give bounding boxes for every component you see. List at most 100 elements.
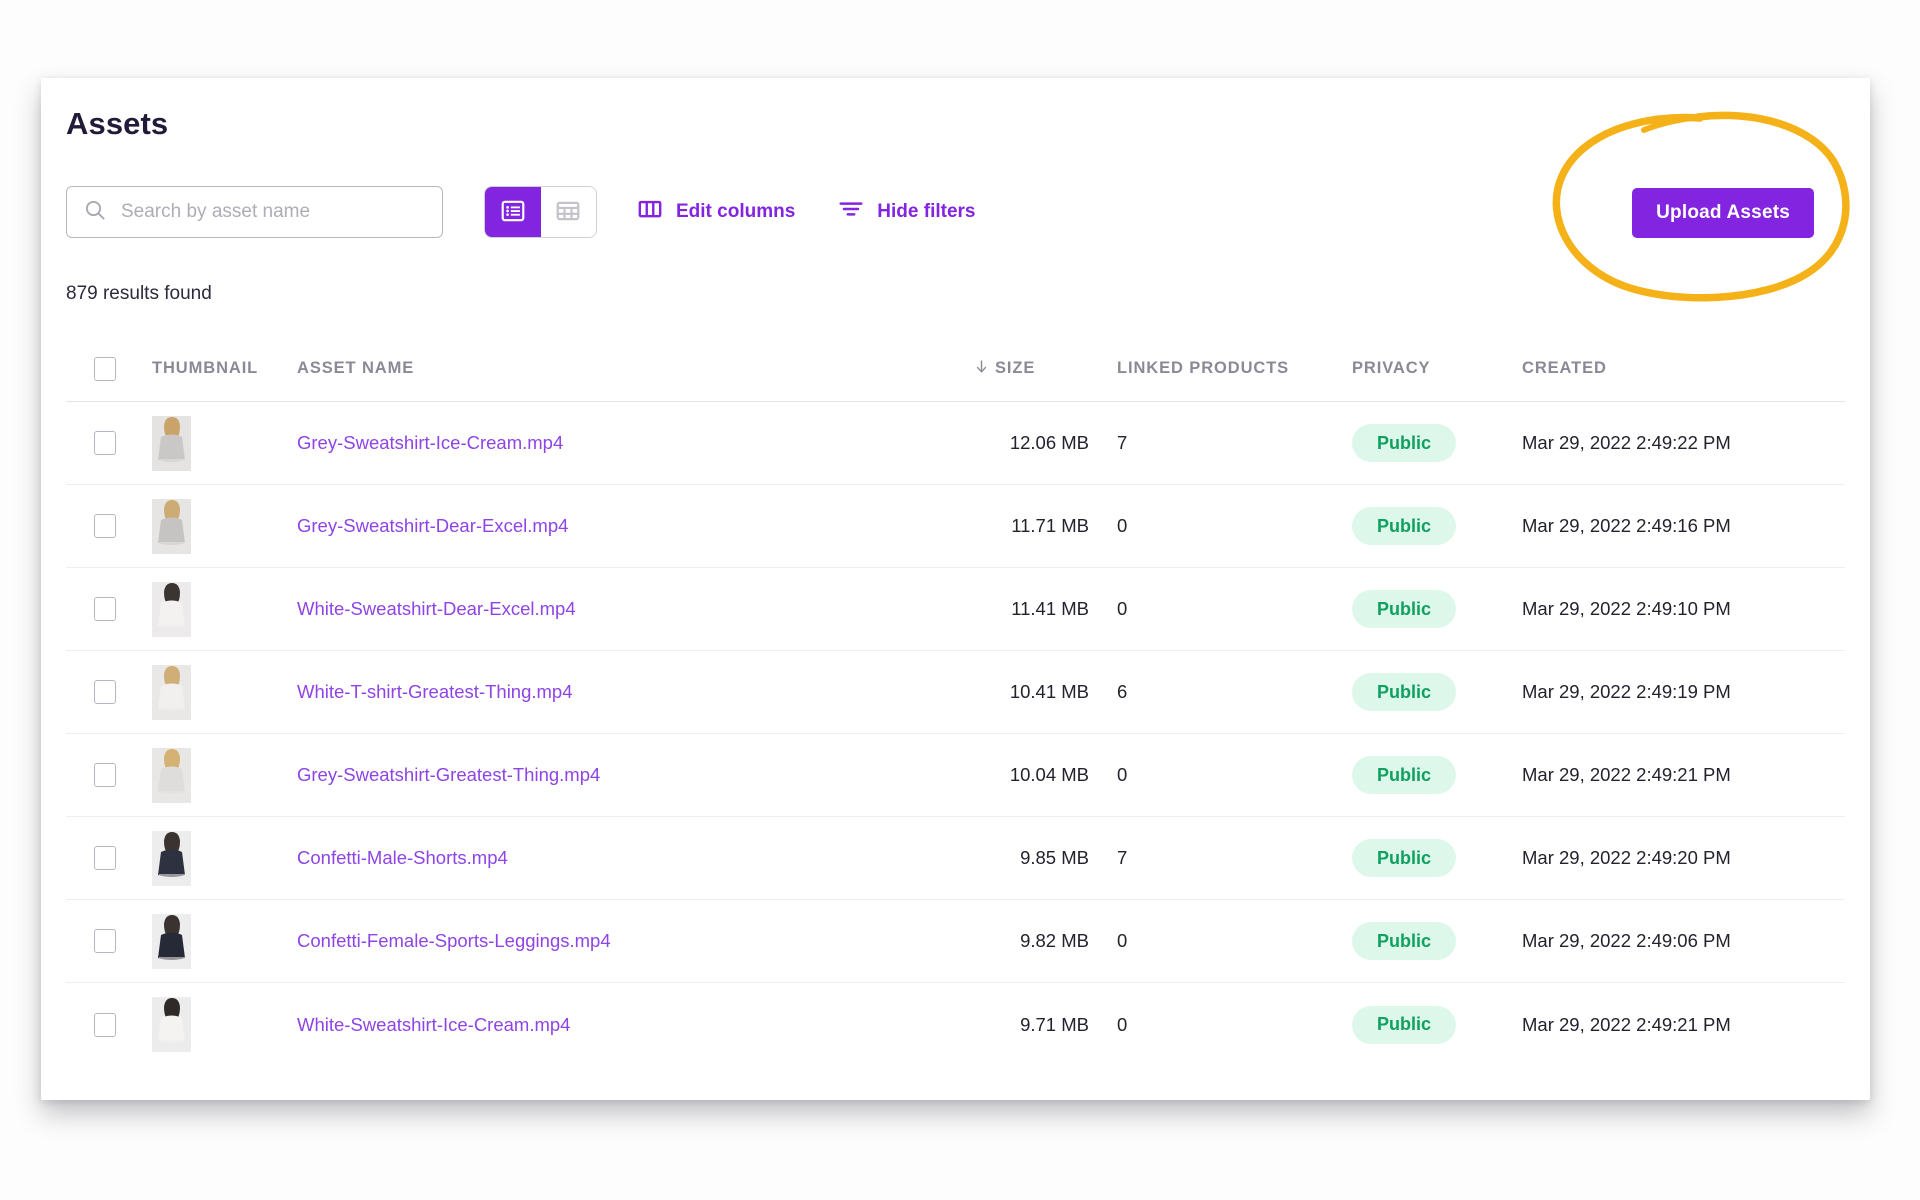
asset-name-link[interactable]: Grey-Sweatshirt-Dear-Excel.mp4 — [297, 515, 568, 536]
table-row[interactable]: Grey-Sweatshirt-Dear-Excel.mp4 11.71 MB 0 P… — [66, 485, 1845, 568]
created-cell: Mar 29, 2022 2:49:21 PM — [1522, 1013, 1731, 1035]
asset-name-link[interactable]: White-T-shirt-Greatest-Thing.mp4 — [297, 681, 573, 702]
header-size[interactable]: SIZE — [945, 358, 1095, 380]
row-select-cell[interactable] — [66, 763, 152, 787]
asset-name-link[interactable]: Grey-Sweatshirt-Ice-Cream.mp4 — [297, 432, 563, 453]
edit-columns-button[interactable]: Edit columns — [637, 196, 795, 228]
grid-view-icon — [555, 198, 581, 227]
privacy-cell: Public — [1352, 756, 1522, 794]
thumbnail-cell — [152, 747, 297, 803]
asset-name-link[interactable]: Confetti-Male-Shorts.mp4 — [297, 847, 508, 868]
created-cell: Mar 29, 2022 2:49:20 PM — [1522, 847, 1731, 868]
asset-name-cell: Confetti-Male-Shorts.mp4 — [297, 847, 945, 869]
status-badge: Public — [1352, 673, 1456, 711]
created-cell: Mar 29, 2022 2:49:21 PM — [1522, 764, 1731, 785]
filter-icon — [838, 196, 864, 228]
select-all-cell[interactable] — [66, 356, 152, 381]
status-badge: Public — [1352, 756, 1456, 794]
asset-size-cell: 11.71 MB — [1011, 515, 1089, 536]
asset-thumbnail-icon — [152, 498, 191, 554]
select-all-checkbox[interactable] — [94, 356, 116, 381]
row-select-cell[interactable] — [66, 597, 152, 621]
asset-size-cell: 11.41 MB — [1011, 598, 1089, 619]
thumbnail-cell — [152, 498, 297, 554]
search-input-wrapper[interactable] — [66, 186, 443, 238]
asset-size-cell: 10.41 MB — [1009, 681, 1089, 702]
status-badge: Public — [1352, 922, 1456, 960]
created-cell: Mar 29, 2022 2:49:06 PM — [1522, 930, 1731, 951]
assets-panel: Assets Search by asset name Edit columns… — [41, 78, 1870, 1100]
table-body: Grey-Sweatshirt-Ice-Cream.mp4 12.06 MB 7 Pu… — [66, 402, 1845, 1066]
created-cell: Mar 29, 2022 2:49:16 PM — [1522, 515, 1731, 536]
assets-toolbar: Edit columns Hide filters — [66, 186, 976, 238]
privacy-cell: Public — [1352, 839, 1522, 877]
thumbnail-cell — [152, 664, 297, 720]
status-badge: Public — [1352, 590, 1456, 628]
asset-size-cell: 12.06 MB — [1009, 432, 1089, 453]
hide-filters-button[interactable]: Hide filters — [838, 196, 976, 228]
privacy-cell: Public — [1352, 673, 1522, 711]
row-select-cell[interactable] — [66, 929, 152, 953]
search-icon — [83, 198, 107, 227]
row-checkbox[interactable] — [94, 431, 116, 455]
table-row[interactable]: Confetti-Male-Shorts.mp4 9.85 MB 7 Public Ma… — [66, 817, 1845, 900]
row-select-cell[interactable] — [66, 514, 152, 538]
header-created[interactable]: CREATED — [1522, 359, 1845, 378]
asset-name-cell: Grey-Sweatshirt-Greatest-Thing.mp4 — [297, 764, 945, 786]
asset-name-link[interactable]: Confetti-Female-Sports-Leggings.mp4 — [297, 930, 611, 951]
screen: Assets Search by asset name Edit columns… — [0, 0, 1920, 1200]
table-row[interactable]: White-Sweatshirt-Dear-Excel.mp4 11.41 MB 0… — [66, 568, 1845, 651]
row-select-cell[interactable] — [66, 680, 152, 704]
table-row[interactable]: White-Sweatshirt-Ice-Cream.mp4 9.71 MB 0 Pu… — [66, 983, 1845, 1066]
columns-icon — [637, 196, 663, 228]
row-select-cell[interactable] — [66, 846, 152, 870]
header-linked-products[interactable]: LINKED PRODUCTS — [1095, 359, 1352, 378]
asset-size-cell: 9.82 MB — [1020, 930, 1089, 951]
table-row[interactable]: Confetti-Female-Sports-Leggings.mp4 9.82 … — [66, 900, 1845, 983]
asset-thumbnail-icon — [152, 830, 191, 886]
row-select-cell[interactable] — [66, 1012, 152, 1037]
list-view-button[interactable] — [485, 187, 541, 237]
status-badge: Public — [1352, 424, 1456, 462]
linked-products-cell: 7 — [1117, 847, 1128, 868]
row-checkbox[interactable] — [94, 1012, 116, 1037]
table-row[interactable]: Grey-Sweatshirt-Greatest-Thing.mp4 10.04 … — [66, 734, 1845, 817]
search-input[interactable] — [121, 201, 426, 223]
assets-table: THUMBNAIL ASSET NAME SIZE LINKED PRODUCT… — [66, 336, 1845, 1066]
privacy-cell: Public — [1352, 424, 1522, 462]
upload-assets-button[interactable]: Upload Assets — [1632, 188, 1814, 238]
status-badge: Public — [1352, 1005, 1456, 1044]
asset-name-cell: White-T-shirt-Greatest-Thing.mp4 — [297, 681, 945, 703]
created-cell: Mar 29, 2022 2:49:19 PM — [1522, 681, 1731, 702]
linked-products-cell: 6 — [1117, 681, 1128, 702]
status-badge: Public — [1352, 839, 1456, 877]
linked-products-cell: 0 — [1117, 598, 1128, 619]
asset-thumbnail-icon — [152, 415, 191, 471]
row-select-cell[interactable] — [66, 431, 152, 455]
row-checkbox[interactable] — [94, 514, 116, 538]
results-count: 879 results found — [66, 283, 212, 304]
row-checkbox[interactable] — [94, 763, 116, 787]
asset-name-link[interactable]: White-Sweatshirt-Dear-Excel.mp4 — [297, 598, 576, 619]
table-row[interactable]: White-T-shirt-Greatest-Thing.mp4 10.41 MB… — [66, 651, 1845, 734]
row-checkbox[interactable] — [94, 929, 116, 953]
asset-thumbnail-icon — [152, 581, 191, 637]
row-checkbox[interactable] — [94, 680, 116, 704]
header-asset-name[interactable]: ASSET NAME — [297, 359, 945, 378]
row-checkbox[interactable] — [94, 846, 116, 870]
asset-name-cell: Grey-Sweatshirt-Dear-Excel.mp4 — [297, 515, 945, 537]
page-title: Assets — [66, 106, 169, 141]
asset-thumbnail-icon — [152, 747, 191, 803]
grid-view-button[interactable] — [540, 187, 596, 237]
created-cell: Mar 29, 2022 2:49:10 PM — [1522, 598, 1731, 619]
asset-name-link[interactable]: White-Sweatshirt-Ice-Cream.mp4 — [297, 1014, 570, 1035]
table-row[interactable]: Grey-Sweatshirt-Ice-Cream.mp4 12.06 MB 7 Pu… — [66, 402, 1845, 485]
created-cell: Mar 29, 2022 2:49:22 PM — [1522, 432, 1731, 453]
linked-products-cell: 0 — [1117, 930, 1128, 951]
asset-name-link[interactable]: Grey-Sweatshirt-Greatest-Thing.mp4 — [297, 764, 600, 785]
row-checkbox[interactable] — [94, 597, 116, 621]
header-privacy[interactable]: PRIVACY — [1352, 359, 1522, 378]
asset-size-cell: 10.04 MB — [1009, 764, 1089, 785]
linked-products-cell: 7 — [1117, 432, 1128, 453]
view-mode-toggle[interactable] — [484, 186, 597, 238]
